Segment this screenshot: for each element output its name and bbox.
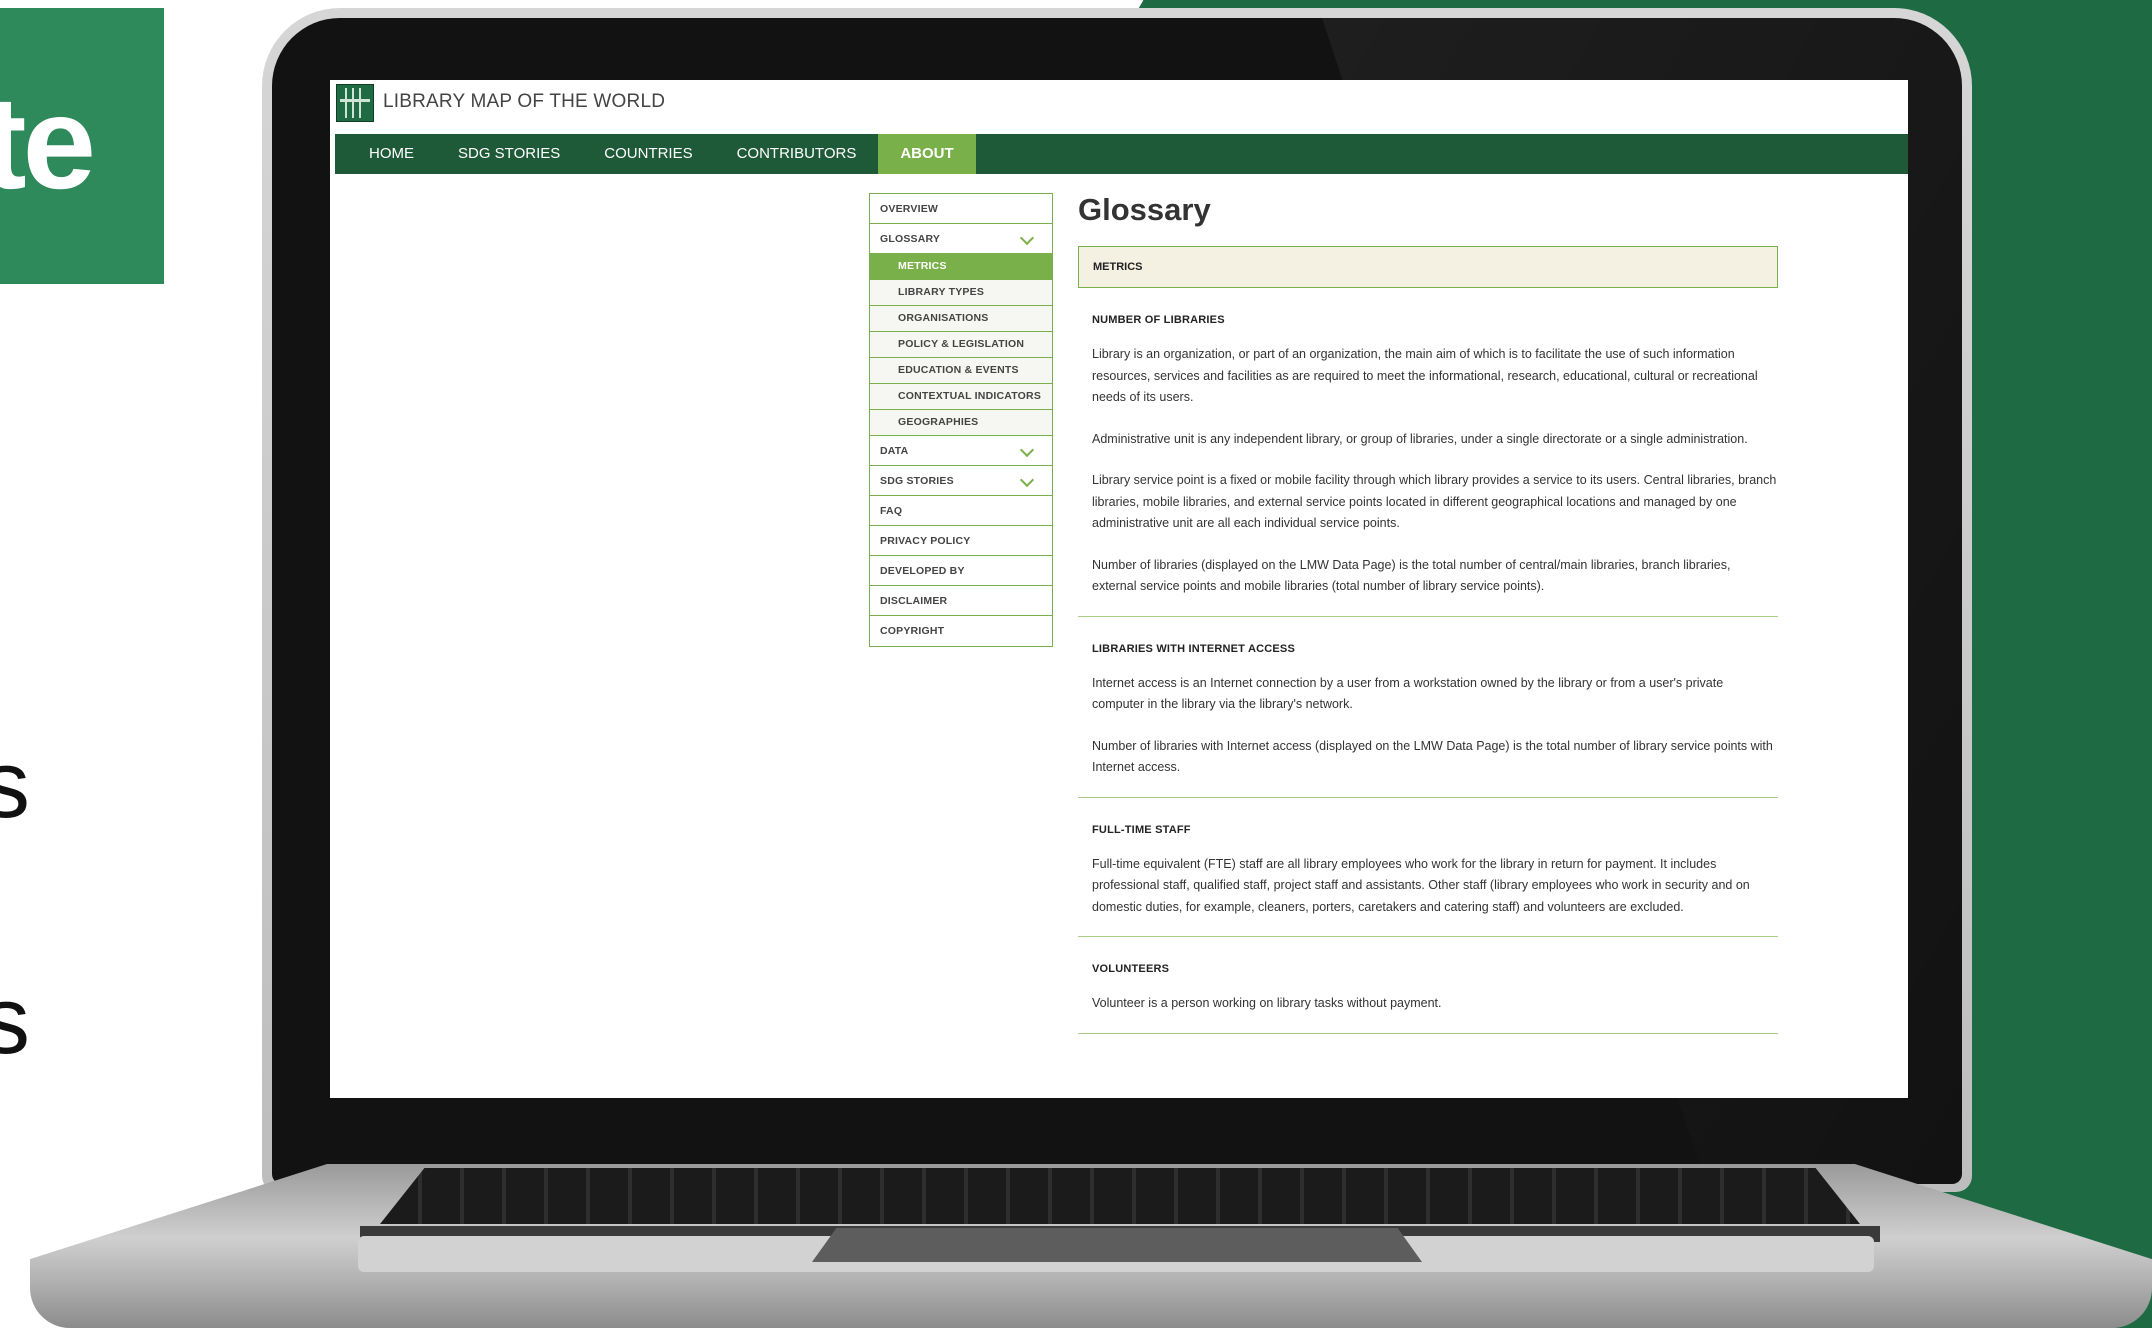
glossary-section: VOLUNTEERS Volunteer is a person working… — [1078, 937, 1778, 1034]
section-heading: LIBRARIES WITH INTERNET ACCESS — [1092, 642, 1295, 655]
chevron-down-icon[interactable] — [1019, 472, 1035, 488]
sidebar-item-faq[interactable]: FAQ — [870, 496, 1052, 526]
headline-fragment: te — [0, 68, 96, 216]
section-heading: VOLUNTEERS — [1092, 963, 1170, 975]
chevron-down-icon[interactable] — [1019, 442, 1035, 458]
nav-about[interactable]: ABOUT — [878, 134, 976, 174]
sidebar-item-copyright[interactable]: COPYRIGHT — [870, 616, 1052, 646]
sidebar-item-label: DATA — [880, 445, 909, 457]
headline-fragment-letter: s — [0, 731, 30, 838]
sidebar-item-glossary[interactable]: GLOSSARY — [870, 224, 1052, 254]
main-nav: HOME SDG STORIES COUNTRIES CONTRIBUTORS … — [335, 134, 1908, 174]
glossary-section: FULL-TIME STAFF Full-time equivalent (FT… — [1078, 798, 1778, 937]
definition-text: Library service point is a fixed or mobi… — [1092, 473, 1777, 530]
definition-text: Number of libraries (displayed on the LM… — [1092, 557, 1731, 594]
laptop-screen: LIBRARY MAP OF THE WORLD HOME SDG STORIE… — [330, 80, 1908, 1098]
nav-contributors[interactable]: CONTRIBUTORS — [715, 134, 879, 174]
nav-sdg-stories[interactable]: SDG STORIES — [436, 134, 582, 174]
headline-fragment-letter: s — [0, 967, 30, 1074]
sidebar-subitem-contextual-indicators[interactable]: CONTEXTUAL INDICATORS — [870, 384, 1052, 410]
section-heading: NUMBER OF LIBRARIES — [1092, 314, 1225, 326]
metrics-heading-bar: METRICS — [1078, 246, 1778, 288]
sidebar-subitem-education-events[interactable]: EDUCATION & EVENTS — [870, 358, 1052, 384]
sidebar-subitem-geographies[interactable]: GEOGRAPHIES — [870, 410, 1052, 436]
laptop-keyboard — [380, 1168, 1860, 1224]
library-logo-icon[interactable] — [336, 84, 374, 122]
glossary-section: NUMBER OF LIBRARIES Library is an organi… — [1078, 288, 1778, 617]
site-title[interactable]: LIBRARY MAP OF THE WORLD — [383, 91, 665, 113]
definition-text: Library is an organization, or part of a… — [1092, 347, 1758, 404]
chevron-down-icon[interactable] — [1019, 230, 1035, 246]
sidebar-item-sdg-stories[interactable]: SDG STORIES — [870, 466, 1052, 496]
laptop-trackpad — [812, 1228, 1422, 1262]
sidebar-subitem-metrics[interactable]: METRICS — [870, 254, 1052, 280]
glossary-section: LIBRARIES WITH INTERNET ACCESS Internet … — [1078, 617, 1778, 798]
sidebar-item-developed-by[interactable]: DEVELOPED BY — [870, 556, 1052, 586]
section-heading: FULL-TIME STAFF — [1092, 823, 1191, 836]
definition-text: Number of libraries with Internet access… — [1092, 738, 1773, 775]
about-sidebar: OVERVIEW GLOSSARY METRICS LIBRARY TYPES … — [869, 193, 1053, 647]
definition-text: Full-time equivalent (FTE) staff are all… — [1092, 856, 1750, 914]
definition-text: Volunteer is a person working on library… — [1092, 996, 1442, 1010]
nav-countries[interactable]: COUNTRIES — [582, 134, 714, 174]
sidebar-item-overview[interactable]: OVERVIEW — [870, 194, 1052, 224]
headline-tile: te — [0, 8, 164, 284]
sidebar-subitem-library-types[interactable]: LIBRARY TYPES — [870, 280, 1052, 306]
sidebar-subitem-policy-legislation[interactable]: POLICY & LEGISLATION — [870, 332, 1052, 358]
sidebar-item-privacy-policy[interactable]: PRIVACY POLICY — [870, 526, 1052, 556]
sidebar-item-disclaimer[interactable]: DISCLAIMER — [870, 586, 1052, 616]
sidebar-subitem-organisations[interactable]: ORGANISATIONS — [870, 306, 1052, 332]
sidebar-item-label: SDG STORIES — [880, 475, 954, 487]
sidebar-item-data[interactable]: DATA — [870, 436, 1052, 466]
glossary-content: Glossary METRICS NUMBER OF LIBRARIES Lib… — [1078, 188, 1778, 1034]
page-title: Glossary — [1078, 192, 1211, 227]
definition-text: Internet access is an Internet connectio… — [1092, 675, 1724, 712]
site-header: LIBRARY MAP OF THE WORLD — [330, 80, 1908, 134]
definition-text: Administrative unit is any independent l… — [1092, 431, 1748, 446]
nav-home[interactable]: HOME — [335, 134, 436, 174]
sidebar-item-label: GLOSSARY — [880, 233, 941, 245]
